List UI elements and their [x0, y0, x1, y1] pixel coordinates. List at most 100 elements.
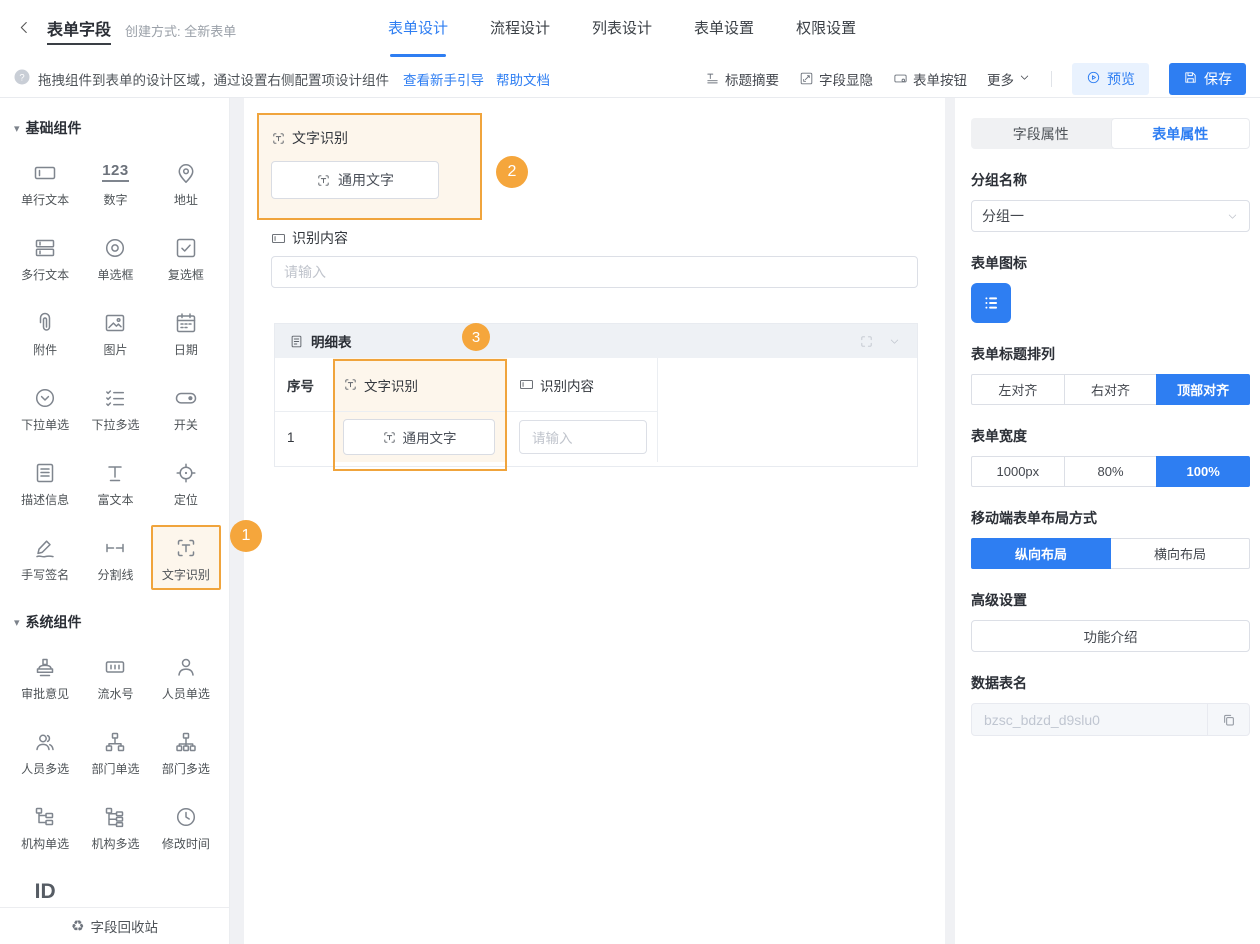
caret-down-icon: ▾: [14, 616, 20, 629]
segment-option[interactable]: 横向布局: [1110, 538, 1250, 569]
header-tab[interactable]: 流程设计: [490, 0, 550, 60]
document-list-icon: [289, 334, 304, 349]
component-item-label: 复选框: [168, 266, 204, 283]
field-recycle-bin-button[interactable]: ♻ 字段回收站: [0, 907, 229, 944]
row-general-text-button[interactable]: 通用文字: [343, 419, 495, 455]
step-badge-2: 2: [496, 156, 528, 188]
component-item-org-single[interactable]: 机构单选: [10, 794, 80, 859]
sidebar-section-title[interactable]: ▾系统组件: [0, 592, 229, 636]
component-item-dept-single[interactable]: 部门单选: [80, 719, 150, 784]
toolbar-divider: [1051, 71, 1052, 87]
column-header-content[interactable]: 识别内容: [507, 358, 658, 412]
ocr-field-card[interactable]: 文字识别 通用文字: [257, 113, 482, 220]
toolbar-action-title-abstract[interactable]: 标题摘要: [705, 69, 779, 89]
segment-option[interactable]: 右对齐: [1064, 374, 1158, 405]
component-item-rich-text[interactable]: 富文本: [80, 450, 150, 515]
component-item-image[interactable]: 图片: [80, 300, 150, 365]
feature-intro-button[interactable]: 功能介绍: [971, 620, 1250, 652]
form-design-canvas[interactable]: 文字识别 通用文字 识别内容 请输入 明细表: [244, 98, 945, 944]
component-item-person-multi[interactable]: 人员多选: [10, 719, 80, 784]
segment-option[interactable]: 80%: [1064, 456, 1158, 487]
component-item-radio[interactable]: 单选框: [80, 225, 150, 290]
header-tab[interactable]: 权限设置: [796, 0, 856, 60]
help-question-icon: ?: [14, 69, 30, 88]
dept-single-icon: [103, 728, 127, 755]
rich-text-icon: [103, 459, 127, 486]
component-item-checkbox[interactable]: 复选框: [151, 225, 221, 290]
component-item-modified-time[interactable]: 修改时间: [151, 794, 221, 859]
form-title[interactable]: 表单字段: [47, 16, 111, 45]
data-table-name-label: 数据表名: [971, 673, 1250, 693]
component-item-switch[interactable]: 开关: [151, 375, 221, 440]
general-text-button[interactable]: 通用文字: [271, 161, 439, 199]
component-item-label: 地址: [174, 191, 198, 208]
component-item-address[interactable]: 地址: [151, 150, 221, 215]
component-item-description[interactable]: 描述信息: [10, 450, 80, 515]
row-empty-cell: [658, 412, 917, 462]
component-item-label: 文字识别: [162, 566, 210, 583]
design-toolbar: ? 拖拽组件到表单的设计区域，通过设置右侧配置项设计组件 查看新手引导帮助文档 …: [0, 60, 1260, 98]
component-item-dept-multi[interactable]: 部门多选: [151, 719, 221, 784]
segment-option[interactable]: 1000px: [971, 456, 1065, 487]
properties-panel: 字段属性表单属性 分组名称 分组一 表单图标 表单标题排列 左对齐右对齐顶部对齐…: [955, 98, 1260, 944]
panel-tab[interactable]: 字段属性: [971, 118, 1111, 149]
component-item-dropdown-multi[interactable]: 下拉多选: [80, 375, 150, 440]
single-line-text-icon: [33, 159, 57, 186]
component-item-serial-number[interactable]: 流水号: [80, 644, 150, 709]
detail-table-card[interactable]: 明细表 序号 文字识别 识别内容 1: [274, 323, 918, 467]
column-header-ocr[interactable]: 文字识别: [333, 358, 507, 412]
component-item-locate[interactable]: 定位: [151, 450, 221, 515]
header-tab[interactable]: 表单设计: [388, 0, 448, 60]
toolbar-action-field-visibility[interactable]: 字段显隐: [799, 69, 873, 89]
component-item-number[interactable]: 123数字: [80, 150, 150, 215]
approval-icon: [33, 653, 57, 680]
component-item-person-single[interactable]: 人员单选: [151, 644, 221, 709]
play-circle-icon: [1086, 70, 1101, 88]
header-tab[interactable]: 列表设计: [592, 0, 652, 60]
title-abstract-icon: [705, 71, 720, 86]
step-badge-3: 3: [462, 323, 490, 351]
component-item-signature[interactable]: 手写签名: [10, 525, 80, 590]
copy-button[interactable]: [1207, 704, 1249, 735]
segment-option[interactable]: 100%: [1156, 456, 1250, 487]
locate-icon: [174, 459, 198, 486]
toolbar-action-form-button[interactable]: 表单按钮: [893, 69, 967, 89]
segment-option[interactable]: 纵向布局: [971, 538, 1111, 569]
more-label: 更多: [987, 69, 1014, 89]
component-item-label: 人员多选: [21, 760, 69, 777]
mobile-layout-segment: 纵向布局横向布局: [971, 538, 1250, 569]
component-item-dropdown-single[interactable]: 下拉单选: [10, 375, 80, 440]
preview-button[interactable]: 预览: [1072, 63, 1149, 95]
component-item-attachment[interactable]: 附件: [10, 300, 80, 365]
divider-icon: [103, 534, 127, 561]
group-name-select[interactable]: 分组一: [971, 200, 1250, 232]
sidebar-section-title[interactable]: ▾基础组件: [0, 98, 229, 142]
more-button[interactable]: 更多: [987, 69, 1031, 89]
modified-time-icon: [174, 803, 198, 830]
fullscreen-icon[interactable]: [859, 334, 874, 349]
component-item-label: 人员单选: [162, 685, 210, 702]
component-item-org-multi[interactable]: 机构多选: [80, 794, 150, 859]
component-item-label: 开关: [174, 416, 198, 433]
toolbar-link[interactable]: 帮助文档: [496, 69, 550, 89]
back-button[interactable]: [16, 19, 33, 41]
ocr-icon: [382, 430, 397, 445]
component-item-approval[interactable]: 审批意见: [10, 644, 80, 709]
form-icon-button[interactable]: [971, 283, 1011, 323]
component-item-divider[interactable]: 分割线: [80, 525, 150, 590]
toolbar-actions: 标题摘要字段显隐表单按钮: [705, 69, 967, 89]
panel-tab[interactable]: 表单属性: [1111, 118, 1251, 149]
recycle-icon: ♻: [71, 917, 84, 935]
collapse-chevron-icon[interactable]: [888, 335, 901, 348]
row-content-input[interactable]: 请输入: [519, 420, 647, 454]
component-item-ocr[interactable]: 文字识别: [151, 525, 221, 590]
header-tab[interactable]: 表单设置: [694, 0, 754, 60]
segment-option[interactable]: 左对齐: [971, 374, 1065, 405]
component-item-multi-line-text[interactable]: 多行文本: [10, 225, 80, 290]
segment-option[interactable]: 顶部对齐: [1156, 374, 1250, 405]
toolbar-link[interactable]: 查看新手引导: [403, 69, 484, 89]
content-field-input[interactable]: 请输入: [271, 256, 918, 288]
component-item-date[interactable]: 日期: [151, 300, 221, 365]
save-button[interactable]: 保存: [1169, 63, 1246, 95]
component-item-single-line-text[interactable]: 单行文本: [10, 150, 80, 215]
